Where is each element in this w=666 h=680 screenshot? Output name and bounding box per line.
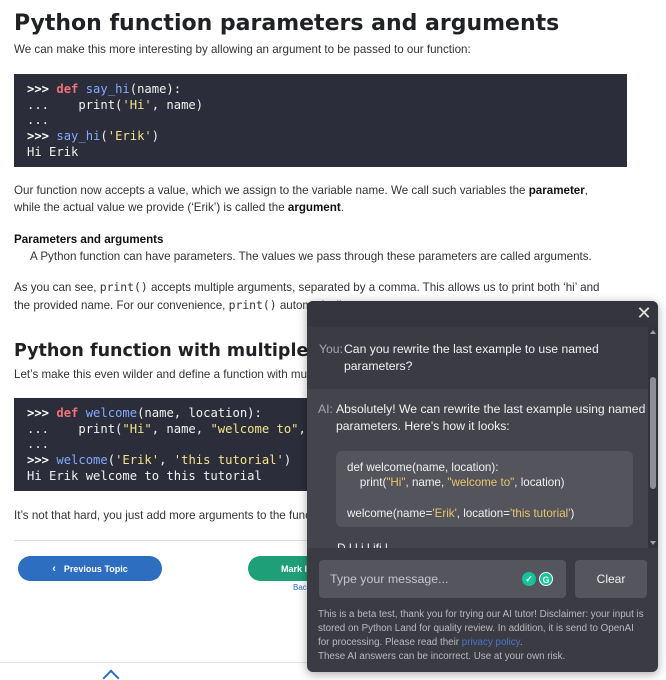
chat-disclaimer: This is a beta test, thank you for tryin… <box>318 609 644 662</box>
scroll-down-icon[interactable] <box>650 541 656 545</box>
message-input[interactable]: Type your message... ✓ G <box>319 560 566 598</box>
scroll-thumb[interactable] <box>650 377 656 489</box>
divider <box>14 540 314 541</box>
scroll-up-icon[interactable] <box>650 330 656 334</box>
user-label: You: <box>319 342 343 356</box>
ai-tutor-chat: ✕ You: Can you rewrite the last example … <box>307 301 658 672</box>
close-icon[interactable]: ✕ <box>635 305 653 323</box>
chat-scrollbar[interactable] <box>648 327 658 548</box>
ai-code-block: def welcome(name, location): print("Hi",… <box>336 451 633 527</box>
chat-messages: You: Can you rewrite the last example to… <box>307 327 648 548</box>
user-message-text: Can you rewrite the last example to use … <box>344 342 599 373</box>
privacy-policy-link[interactable]: privacy policy <box>462 637 520 648</box>
definition-title: Parameters and arguments <box>14 233 164 246</box>
parameter-explanation: Our function now accepts a value, which … <box>14 184 589 214</box>
previous-topic-button[interactable]: ‹ Previous Topic <box>18 556 162 581</box>
grammarly-icon[interactable]: G <box>539 572 553 586</box>
code-block-say-hi: >>> def say_hi(name): ... print('Hi', na… <box>14 74 627 167</box>
definition-body: A Python function can have parameters. T… <box>30 249 592 263</box>
chevron-up-icon[interactable] <box>102 669 120 680</box>
ai-message-text: Absolutely! We can rewrite the last exam… <box>336 402 646 433</box>
intro-paragraph: We can make this more interesting by all… <box>14 43 471 56</box>
mark-complete-label: Mark I <box>281 563 308 574</box>
definition-box: Parameters and arguments A Python functi… <box>14 232 614 265</box>
clear-button[interactable]: Clear <box>575 560 647 598</box>
chat-input-row: Type your message... ✓ G Clear <box>307 548 658 604</box>
ai-message: AI: Absolutely! We can rewrite the last … <box>307 389 648 548</box>
chat-header: ✕ <box>307 301 658 327</box>
previous-topic-label: Previous Topic <box>63 563 128 574</box>
chevron-left-icon: ‹ <box>52 562 56 575</box>
page-title: Python function parameters and arguments <box>14 11 560 36</box>
back-link[interactable]: Bac <box>293 583 307 592</box>
ai-message-cutoff: D l l i l ifi l <box>337 541 388 548</box>
grammarly-bulb-icon[interactable]: ✓ <box>522 572 536 586</box>
user-message: You: Can you rewrite the last example to… <box>307 327 648 389</box>
ai-label: AI: <box>318 402 333 416</box>
message-placeholder: Type your message... <box>330 572 449 586</box>
footer-divider <box>0 662 310 663</box>
